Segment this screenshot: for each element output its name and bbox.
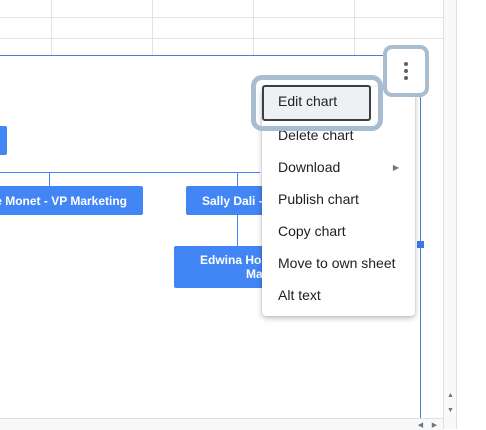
horizontal-scrollbar[interactable]: ◀ ▶ xyxy=(0,418,443,430)
vertical-scrollbar[interactable]: ▲ ▼ xyxy=(443,0,457,429)
grid-line xyxy=(354,0,355,56)
triangle-up-icon: ▲ xyxy=(447,392,454,399)
grid-line xyxy=(51,0,52,56)
resize-handle-right[interactable] xyxy=(417,241,424,248)
scroll-up-button[interactable]: ▲ xyxy=(445,390,456,401)
org-connector xyxy=(49,172,50,187)
menu-item-label: Edit chart xyxy=(278,93,338,109)
org-connector xyxy=(237,172,238,187)
triangle-right-icon: ▶ xyxy=(431,421,438,429)
menu-item-label: Publish chart xyxy=(278,191,359,207)
scroll-right-button[interactable]: ▶ xyxy=(429,419,440,430)
grid-line xyxy=(253,0,254,56)
menu-item-copy-chart[interactable]: Copy chart xyxy=(262,215,415,247)
menu-item-label: Copy chart xyxy=(278,223,346,239)
triangle-right-icon: ▶ xyxy=(392,162,399,172)
menu-item-delete-chart[interactable]: Delete chart xyxy=(262,119,415,151)
org-connector xyxy=(237,214,238,247)
org-node-partial[interactable] xyxy=(0,126,7,155)
menu-item-move-to-own-sheet[interactable]: Move to own sheet xyxy=(262,247,415,279)
menu-item-label: Delete chart xyxy=(278,127,354,143)
triangle-left-icon: ◀ xyxy=(417,421,424,429)
grid-line xyxy=(0,17,444,18)
chart-options-button[interactable] xyxy=(383,45,429,97)
scroll-down-button[interactable]: ▼ xyxy=(445,405,456,416)
menu-item-download[interactable]: Download ▶ xyxy=(262,151,415,183)
menu-item-publish-chart[interactable]: Publish chart xyxy=(262,183,415,215)
grid-line xyxy=(152,0,153,56)
org-node-label: Sally Dali - xyxy=(202,193,263,208)
org-node-label: le Monet - VP Marketing xyxy=(0,193,127,208)
menu-item-label: Alt text xyxy=(278,287,321,303)
org-node-vp-marketing[interactable]: le Monet - VP Marketing xyxy=(0,186,143,215)
menu-item-label: Move to own sheet xyxy=(278,255,396,271)
menu-item-alt-text[interactable]: Alt text xyxy=(262,279,415,311)
org-node-label-line1: Edwina Hop xyxy=(200,253,266,267)
sheet-grid xyxy=(0,0,444,56)
org-node-edwina[interactable]: Edwina Hop Ma xyxy=(174,246,266,288)
more-vert-icon xyxy=(404,62,408,80)
menu-item-label: Download xyxy=(278,159,341,175)
triangle-down-icon: ▼ xyxy=(447,407,454,414)
scroll-left-button[interactable]: ◀ xyxy=(415,419,426,430)
org-node-sally-dali[interactable]: Sally Dali - xyxy=(186,186,266,215)
side-panel-strip xyxy=(456,0,486,429)
chart-context-menu: Delete chart Download ▶ Publish chart Co… xyxy=(262,87,415,316)
grid-line xyxy=(0,38,444,39)
org-node-label-line2: Ma xyxy=(246,267,263,281)
org-connector xyxy=(0,172,260,173)
